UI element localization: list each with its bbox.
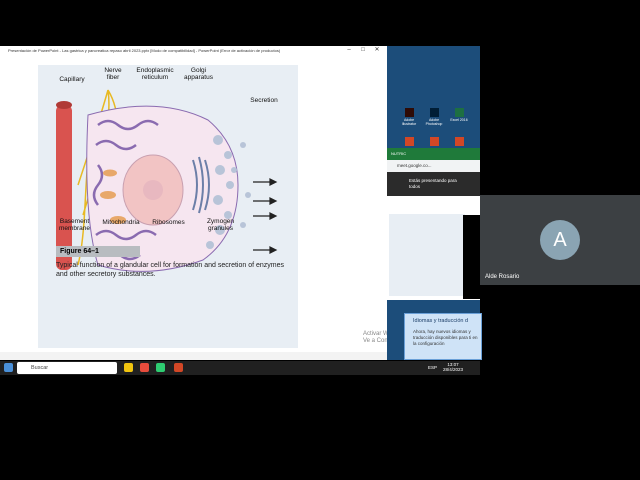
nucleolus xyxy=(143,180,163,200)
secretion-arrows xyxy=(253,178,278,254)
chrome-icon[interactable] xyxy=(140,363,149,372)
powerpoint-title-bar: Presentación de PowerPoint - Las gastric… xyxy=(0,46,387,55)
label-secretion: Secretion xyxy=(250,97,278,104)
photoshop-desktop-icon[interactable]: Adobe Photoshop xyxy=(423,108,445,126)
participant-name: Alde Rosario xyxy=(485,274,520,280)
label-basement-membrane: Basement membrane xyxy=(58,218,91,232)
window-title: Presentación de PowerPoint - Las gastric… xyxy=(8,48,281,53)
label-ribosomes: Ribosomes xyxy=(152,219,185,226)
glandular-cell-illustration xyxy=(56,89,278,272)
label-endoplasmic-reticulum: Endoplasmic reticulum xyxy=(136,67,174,81)
maximize-button[interactable]: □ xyxy=(357,46,369,55)
powerpoint-file-icon[interactable] xyxy=(448,137,470,147)
powerpoint-icon[interactable] xyxy=(174,363,183,372)
label-capillary: Capillary xyxy=(59,76,85,83)
illustrator-desktop-icon[interactable]: Adobe Illustrator xyxy=(398,108,420,126)
figure-panel: Capillary Nerve fiber Endoplasmic reticu… xyxy=(38,65,298,348)
label-mitochondria: Mitochondria xyxy=(102,219,140,226)
notification-heading: Idiomas y traducción d xyxy=(413,318,469,324)
close-button[interactable]: ✕ xyxy=(371,46,383,55)
presenting-banner: Estás presentando para todos xyxy=(387,172,480,196)
windows-start-icon[interactable] xyxy=(4,363,13,372)
notification-body: Ahora, hay nuevos idiomas y traducción d… xyxy=(413,329,478,346)
label-zymogen-granules: Zymogen granules xyxy=(206,218,235,232)
address-bar[interactable]: meet.google.co... xyxy=(387,160,480,172)
system-clock[interactable]: 13:07 28/4/2023 xyxy=(443,362,463,372)
language-notification[interactable]: Idiomas y traducción d Ahora, hay nuevos… xyxy=(404,313,482,360)
minimize-button[interactable]: – xyxy=(343,46,355,55)
label-golgi-apparatus: Golgi apparatus xyxy=(184,67,213,81)
language-indicator[interactable]: ESP xyxy=(428,365,437,370)
mitochondrion xyxy=(103,169,117,177)
excel-desktop-icon[interactable]: Excel 2016 xyxy=(448,108,470,122)
chrome-tab-bar: NUTRIC xyxy=(387,148,480,160)
presentation-thumbnail xyxy=(389,214,465,296)
figure-number: Figure 64–1 xyxy=(56,246,140,257)
powerpoint-file-icon[interactable] xyxy=(398,137,420,147)
powerpoint-file-icon[interactable] xyxy=(423,137,445,147)
search-placeholder: Buscar xyxy=(31,365,49,371)
file-explorer-icon[interactable] xyxy=(124,363,133,372)
powerpoint-status-bar xyxy=(0,352,387,360)
windows-taskbar: Buscar 13:07 28/4/2023 ESP xyxy=(0,361,480,375)
chrome-icon[interactable] xyxy=(156,363,165,372)
presenting-text: Estás presentando para todos xyxy=(409,178,457,189)
figure-caption: Typical function of a glandular cell for… xyxy=(56,262,285,278)
label-nerve-fiber: Nerve fiber xyxy=(104,67,122,81)
participant-avatar: A xyxy=(540,220,580,260)
url-text: meet.google.co... xyxy=(397,163,432,168)
taskbar-search[interactable]: Buscar xyxy=(17,362,117,374)
tab-meet[interactable]: NUTRIC xyxy=(387,151,406,156)
clock-date: 28/4/2023 xyxy=(443,367,464,372)
panel-divider xyxy=(463,215,480,299)
mitochondrion xyxy=(100,191,116,199)
